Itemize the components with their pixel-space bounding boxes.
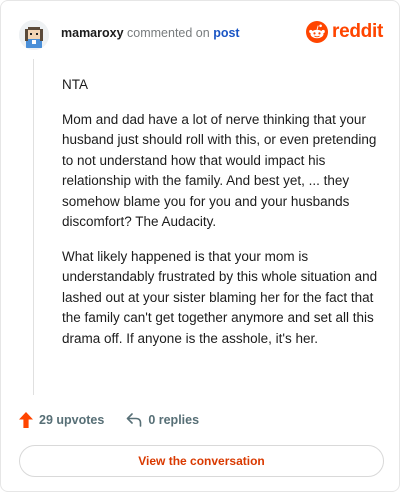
reddit-logo[interactable]: reddit — [306, 21, 383, 43]
comment-header: mamaroxy commented on post reddit — [19, 19, 383, 51]
reply-icon — [127, 413, 142, 427]
comment-paragraph: What likely happened is that your mom is… — [62, 248, 378, 346]
brand-wordmark: reddit — [332, 21, 383, 42]
reddit-snoo-icon — [306, 21, 329, 43]
post-link[interactable]: post — [213, 26, 239, 40]
upvote-button[interactable]: 29 upvotes — [19, 412, 104, 428]
comment-actions: 29 upvotes 0 replies — [19, 411, 199, 429]
comment-meta: mamaroxy commented on post — [61, 25, 240, 41]
action-text: commented on — [127, 26, 210, 40]
embedded-comment-card: mamaroxy commented on post reddit NTA Mo… — [0, 0, 400, 492]
comment-body: NTA Mom and dad have a lot of nerve thin… — [62, 75, 382, 363]
replies-button[interactable]: 0 replies — [126, 413, 199, 427]
comment-paragraph: NTA — [62, 77, 88, 92]
view-conversation-button[interactable]: View the conversation — [19, 445, 384, 477]
upvote-arrow-icon — [19, 412, 33, 428]
thread-line — [33, 59, 34, 395]
comment-paragraph: Mom and dad have a lot of nerve thinking… — [62, 111, 377, 230]
upvotes-count: 29 upvotes — [39, 413, 105, 427]
username[interactable]: mamaroxy — [61, 26, 124, 40]
avatar[interactable] — [19, 20, 49, 50]
replies-count: 0 replies — [148, 413, 200, 427]
